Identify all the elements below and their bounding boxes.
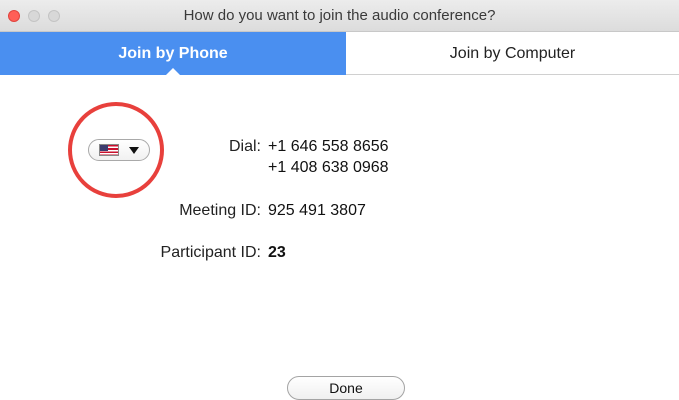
dial-number-primary: +1 646 558 8656 (268, 138, 389, 155)
active-tab-indicator (166, 68, 180, 75)
title-bar[interactable]: How do you want to join the audio confer… (0, 0, 679, 32)
us-flag-icon (99, 144, 119, 156)
window-title: How do you want to join the audio confer… (183, 7, 496, 24)
participant-id-label: Participant ID: (160, 244, 261, 261)
audio-conference-window: How do you want to join the audio confer… (0, 0, 679, 400)
tab-join-by-computer[interactable]: Join by Computer (346, 32, 679, 75)
participant-id-value: 23 (268, 244, 286, 261)
dial-label: Dial: (228, 138, 261, 155)
country-select-dropdown[interactable] (88, 139, 150, 161)
chevron-down-icon (129, 146, 139, 154)
dial-number-secondary: +1 408 638 0968 (268, 159, 389, 176)
tab-label: Join by Computer (449, 45, 576, 62)
tab-label: Join by Phone (118, 45, 228, 62)
tab-join-by-phone[interactable]: Join by Phone (0, 32, 346, 75)
join-method-tabs: Join by Phone Join by Computer (0, 32, 679, 75)
meeting-id-label: Meeting ID: (179, 202, 261, 219)
meeting-id-value: 925 491 3807 (268, 202, 366, 219)
done-button[interactable]: Done (287, 376, 405, 400)
